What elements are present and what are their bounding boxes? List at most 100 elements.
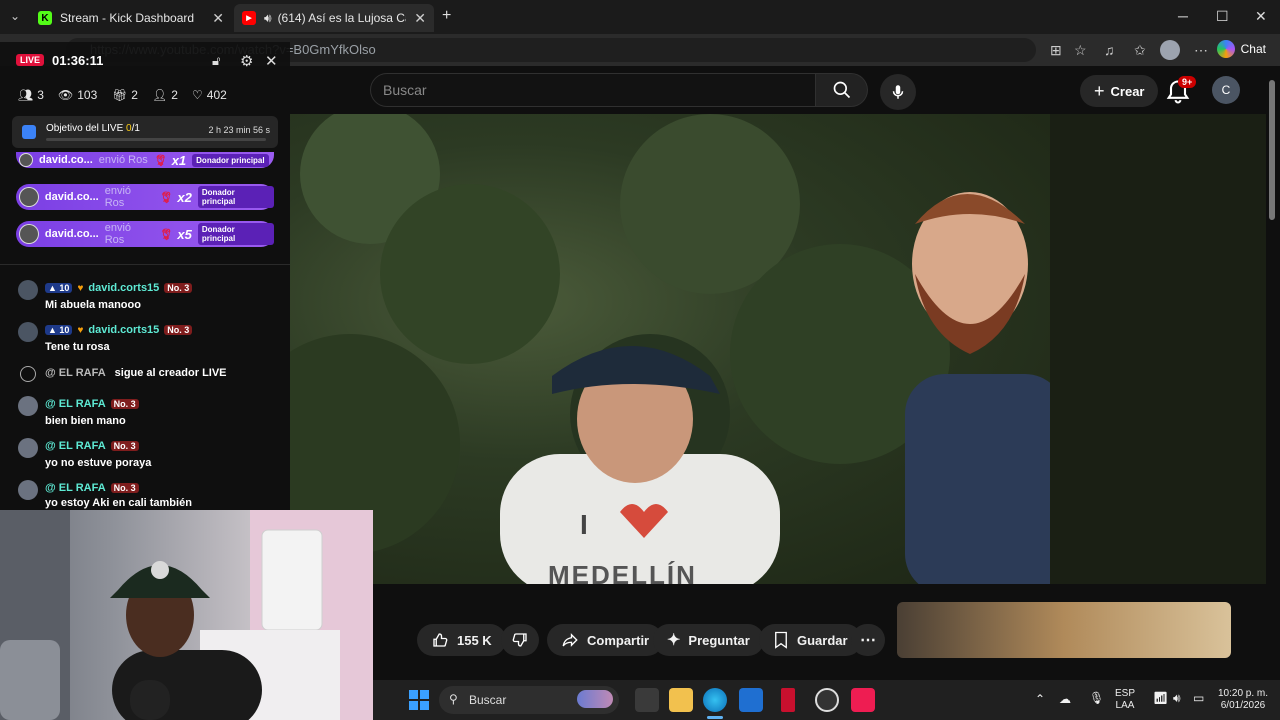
apps-icon[interactable]: ⊞: [1050, 42, 1062, 59]
profile-avatar[interactable]: [1160, 40, 1180, 60]
sparkle-icon: ✦: [667, 632, 681, 649]
rose-icon: 🌹︎: [159, 191, 174, 204]
tab-youtube[interactable]: ▶ 🔊︎ (614) Así es la Lujosa Casa de ✕: [234, 4, 434, 32]
gift-multiplier: x5: [177, 226, 192, 242]
voice-search-button[interactable]: [880, 74, 916, 110]
tray-chevron-icon[interactable]: ⌃: [1035, 692, 1045, 706]
live-goal-card[interactable]: Objetivo del LIVE 0/1 2 h 23 min 56 s: [12, 116, 278, 148]
youtube-logo-icon: ▶: [242, 11, 256, 25]
speaker-icon[interactable]: 🔊︎: [264, 11, 272, 26]
views-count: 103: [77, 88, 98, 102]
message-meta: @ EL RAFA No. 3: [45, 398, 139, 410]
chat-username[interactable]: @ EL RAFA: [45, 398, 106, 410]
create-label: Crear: [1110, 83, 1145, 99]
battery-icon[interactable]: ▭: [1193, 691, 1204, 705]
gift-multiplier: x1: [171, 152, 187, 168]
tab-kick-dashboard[interactable]: K Stream - Kick Dashboard ✕: [30, 4, 232, 32]
chat-username[interactable]: @ EL RAFA: [45, 482, 106, 494]
close-icon[interactable]: ✕: [265, 52, 278, 70]
chat-divider: [0, 264, 290, 265]
thumbs-up-icon: [433, 633, 448, 647]
microphone-icon: [892, 85, 904, 99]
input-language[interactable]: ESP LAA: [1115, 688, 1135, 712]
media-control-icon[interactable]: ♫: [1104, 42, 1115, 58]
chat-text: Mi abuela manooo: [45, 299, 141, 311]
language-code: ESP: [1115, 688, 1136, 699]
favorite-star-icon[interactable]: ☆: [1074, 42, 1087, 59]
file-explorer-icon[interactable]: [669, 688, 693, 712]
edge-browser-icon[interactable]: [703, 688, 727, 712]
video-player[interactable]: I MEDELLÍN: [290, 114, 1280, 584]
obs-icon[interactable]: [815, 688, 839, 712]
copilot-chat-button[interactable]: Chat: [1216, 40, 1266, 58]
recommended-video-thumbnail[interactable]: [897, 602, 1231, 658]
viewers-count: 3: [37, 88, 44, 102]
microphone-icon[interactable]: 🎙︎: [1089, 691, 1104, 705]
clock-date: 6/01/2026: [1220, 700, 1266, 711]
new-tab-icon[interactable]: +: [442, 7, 451, 25]
minimize-icon[interactable]: ─: [1178, 8, 1188, 24]
fan-heart-icon: ♥: [77, 282, 84, 294]
tiktok-live-icon[interactable]: [851, 688, 875, 712]
more-actions-button[interactable]: ⋯: [851, 624, 885, 656]
clock[interactable]: 10:20 p. m. 6/01/2026: [1213, 688, 1273, 712]
level-value: 10: [59, 283, 70, 293]
search-icon: [833, 81, 850, 99]
notification-badge: 9+: [1178, 76, 1197, 88]
active-app-indicator: [707, 716, 723, 719]
plus-icon: +: [1094, 80, 1105, 101]
share-button[interactable]: Compartir: [547, 624, 664, 656]
wifi-icon[interactable]: 📶︎: [1153, 691, 1168, 705]
rank-badge: No. 3: [110, 399, 139, 409]
likes-stat: ♡ 402: [192, 88, 227, 102]
youtube-search-input[interactable]: Buscar: [370, 73, 816, 107]
more-menu-icon[interactable]: ⋯: [1194, 42, 1208, 59]
chat-username[interactable]: @ EL RAFA: [45, 440, 106, 452]
windows-taskbar: ⚲ Buscar ⌃ ☁ 🎙︎ ESP LAA 📶︎ 🔊︎ ▭ 10:20 p.…: [373, 680, 1280, 720]
chat-username[interactable]: david.corts15: [88, 282, 159, 294]
save-button[interactable]: Guardar: [759, 624, 862, 656]
chat-username[interactable]: david.corts15: [88, 324, 159, 336]
level-badge: ▲ 10: [45, 325, 73, 335]
page-scrollbar[interactable]: [1266, 66, 1280, 680]
views-stat: 👁︎ 103: [58, 88, 97, 102]
create-button[interactable]: + Crear: [1080, 75, 1159, 107]
account-avatar[interactable]: C: [1212, 76, 1240, 104]
close-tab-icon[interactable]: ✕: [414, 10, 426, 27]
close-tab-icon[interactable]: ✕: [212, 10, 224, 27]
video-frame: I MEDELLÍN: [290, 114, 1065, 584]
task-view-icon[interactable]: [635, 688, 659, 712]
onedrive-icon[interactable]: ☁: [1059, 692, 1071, 706]
volume-icon[interactable]: 🔊︎: [1173, 691, 1181, 706]
ask-button[interactable]: ✦ Preguntar: [653, 624, 764, 656]
gift-user: david.co...: [39, 154, 93, 166]
lock-icon[interactable]: 🔓︎: [212, 53, 220, 69]
windows-start-icon[interactable]: [407, 688, 431, 712]
maximize-icon[interactable]: ☐: [1216, 8, 1229, 25]
goal-progress-bar: [46, 138, 266, 141]
avatar: [18, 396, 38, 416]
tab-title: Stream - Kick Dashboard: [60, 11, 195, 25]
close-window-icon[interactable]: ✕: [1255, 8, 1267, 25]
message-meta: @ EL RAFA No. 3: [45, 482, 139, 494]
avatar: [19, 224, 39, 244]
avatar: [18, 322, 38, 342]
kick-logo-icon: K: [38, 11, 52, 25]
chat-username[interactable]: @ EL RAFA: [45, 367, 106, 379]
gear-icon[interactable]: ⚙: [240, 52, 253, 70]
taskbar-search-label: Buscar: [469, 693, 507, 707]
shirt-text-medellin: MEDELLÍN: [548, 560, 697, 584]
avatar: [18, 280, 38, 300]
keyboard-layout: LAA: [1115, 700, 1135, 711]
message-meta: @ EL RAFA No. 3: [45, 440, 139, 452]
dislike-button[interactable]: [501, 624, 539, 656]
favorites-icon[interactable]: ✩: [1134, 42, 1146, 59]
like-count: 155 K: [457, 632, 492, 648]
gift-notification: david.co... envió Ros 🌹︎ x1 Donador prin…: [16, 152, 274, 168]
like-button[interactable]: 155 K: [417, 624, 506, 656]
microsoft-store-icon[interactable]: [739, 688, 763, 712]
tab-list-chevron-icon[interactable]: ⌄: [10, 9, 20, 23]
youtube-search-button[interactable]: [816, 73, 868, 107]
add-user-icon: 👤︎: [152, 88, 168, 102]
red-app-icon[interactable]: [781, 688, 795, 712]
